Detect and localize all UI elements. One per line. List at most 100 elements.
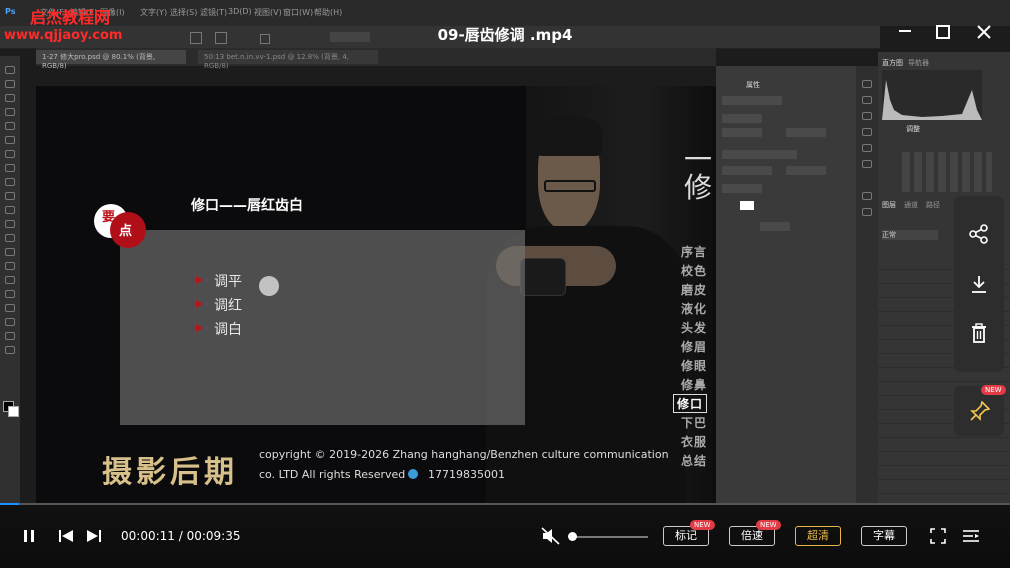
- lasso-tool-icon[interactable]: [5, 94, 15, 102]
- quality-button[interactable]: 超清: [795, 526, 841, 546]
- menu-item[interactable]: 视图(V): [254, 7, 282, 18]
- side-menu-item: 下巴: [681, 416, 708, 430]
- path-select-tool-icon[interactable]: [5, 304, 15, 312]
- cursor-highlight: [259, 276, 279, 296]
- menu-item[interactable]: 文字(Y): [140, 7, 167, 18]
- panel-icon[interactable]: [862, 208, 872, 216]
- quick-select-tool-icon[interactable]: [5, 108, 15, 116]
- font-size-dropdown[interactable]: [722, 166, 772, 175]
- maximize-icon[interactable]: [936, 24, 950, 43]
- font-family-dropdown[interactable]: [722, 150, 797, 159]
- blur-tool-icon[interactable]: [5, 248, 15, 256]
- blend-mode-dropdown[interactable]: 正常: [882, 230, 938, 240]
- side-menu-item: 修鼻: [681, 378, 708, 392]
- layer-row[interactable]: [878, 438, 1010, 452]
- volume-track[interactable]: [572, 536, 648, 538]
- ps-logo: Ps: [5, 7, 16, 16]
- bullet-arrow-icon: [196, 300, 203, 308]
- property-row: [722, 96, 782, 105]
- layer-row[interactable]: [878, 480, 1010, 494]
- healing-tool-icon[interactable]: [5, 164, 15, 172]
- time-display: 00:00:11 / 00:09:35: [121, 529, 241, 543]
- marquee-tool-icon[interactable]: [5, 80, 15, 88]
- background-color-swatch[interactable]: [8, 406, 19, 417]
- pause-icon[interactable]: [22, 529, 36, 543]
- menu-item[interactable]: 3D(D): [228, 7, 252, 16]
- playlist-icon[interactable]: [962, 528, 980, 544]
- panel-icon[interactable]: [862, 144, 872, 152]
- phone-number: 17719835001: [428, 468, 505, 481]
- pin-icon[interactable]: [970, 401, 990, 421]
- layer-row[interactable]: [878, 466, 1010, 480]
- gradient-tool-icon[interactable]: [5, 234, 15, 242]
- new-badge: NEW: [690, 520, 715, 530]
- navigator-tab[interactable]: 导航器: [908, 58, 929, 68]
- close-icon[interactable]: [977, 24, 991, 43]
- subtitle-button[interactable]: 字幕: [861, 526, 907, 546]
- move-tool-icon[interactable]: [5, 66, 15, 74]
- paths-tab[interactable]: 路径: [926, 200, 940, 210]
- align-buttons[interactable]: [722, 184, 762, 193]
- menu-item[interactable]: 帮助(H): [314, 7, 342, 18]
- copyright-line2: co. LTD All rights Reserved: [259, 468, 406, 481]
- side-menu-item: 修眉: [681, 340, 708, 354]
- lesson-content-box: [120, 230, 525, 425]
- bullet-item: 调白: [214, 322, 242, 338]
- pen-tool-icon[interactable]: [5, 276, 15, 284]
- volume-knob[interactable]: [568, 532, 577, 541]
- document-tab[interactable]: 50:13 bet.n.in.vv-1.psd @ 12.8% (背景, 4, …: [198, 50, 378, 70]
- frame-tool-icon[interactable]: [5, 136, 15, 144]
- panel-button[interactable]: [760, 222, 790, 231]
- text-color-swatch[interactable]: [740, 201, 754, 210]
- share-icon[interactable]: [969, 224, 989, 244]
- minimize-icon[interactable]: [898, 22, 912, 41]
- layer-row[interactable]: [878, 452, 1010, 466]
- trash-icon[interactable]: [969, 323, 989, 343]
- histogram-tab[interactable]: 直方图: [882, 58, 903, 68]
- mute-icon[interactable]: [541, 527, 561, 545]
- panel-icon[interactable]: [862, 96, 872, 104]
- document-tab[interactable]: 1-27 修大pro.psd @ 80.1% (背景, RGB/8): [36, 50, 186, 70]
- property-field[interactable]: [722, 114, 762, 123]
- eraser-tool-icon[interactable]: [5, 220, 15, 228]
- zoom-tool-icon[interactable]: [5, 346, 15, 354]
- brush-tool-icon[interactable]: [5, 178, 15, 186]
- property-field[interactable]: [722, 128, 762, 137]
- panel-icon[interactable]: [862, 128, 872, 136]
- panel-icon[interactable]: [862, 80, 872, 88]
- copyright-line1: copyright © 2019-2026 Zhang hanghang/Ben…: [259, 448, 669, 461]
- menu-item[interactable]: 窗口(W): [283, 7, 313, 18]
- property-field[interactable]: [786, 128, 826, 137]
- menu-item[interactable]: 滤镜(T): [200, 7, 227, 18]
- adjustment-icons[interactable]: [902, 152, 992, 192]
- download-icon[interactable]: [969, 274, 989, 294]
- dodge-tool-icon[interactable]: [5, 262, 15, 270]
- panel-icon[interactable]: [862, 192, 872, 200]
- ps-document-tabs: 1-27 修大pro.psd @ 80.1% (背景, RGB/8) 50:13…: [36, 48, 716, 70]
- panel-icon[interactable]: [862, 160, 872, 168]
- antialias-dropdown[interactable]: [786, 166, 826, 175]
- fullscreen-icon[interactable]: [930, 528, 946, 544]
- hand-tool-icon[interactable]: [5, 332, 15, 340]
- next-icon[interactable]: [86, 529, 102, 543]
- panel-icon[interactable]: [862, 112, 872, 120]
- eyedropper-tool-icon[interactable]: [5, 150, 15, 158]
- type-tool-icon[interactable]: [5, 290, 15, 298]
- layers-tab[interactable]: 图层: [882, 200, 896, 210]
- ps-panel-icon-strip: [856, 66, 878, 506]
- stamp-tool-icon[interactable]: [5, 192, 15, 200]
- badge-bottom-text: 点: [119, 224, 133, 239]
- properties-tab[interactable]: 属性: [746, 80, 760, 90]
- new-badge: NEW: [756, 520, 781, 530]
- menu-item[interactable]: 选择(S): [170, 7, 197, 18]
- previous-icon[interactable]: [58, 529, 74, 543]
- side-menu-item: 头发: [681, 321, 708, 335]
- ps-menubar: Ps 文件(F) 编辑(E) 图像(I) 文字(Y) 选择(S) 滤镜(T) 3…: [0, 0, 1010, 26]
- history-brush-tool-icon[interactable]: [5, 206, 15, 214]
- video-title: 09-唇齿修调 .mp4: [437, 26, 573, 44]
- adjust-tab[interactable]: 调整: [906, 124, 920, 134]
- channels-tab[interactable]: 通道: [904, 200, 918, 210]
- crop-tool-icon[interactable]: [5, 122, 15, 130]
- side-menu-item: 衣服: [681, 435, 708, 449]
- shape-tool-icon[interactable]: [5, 318, 15, 326]
